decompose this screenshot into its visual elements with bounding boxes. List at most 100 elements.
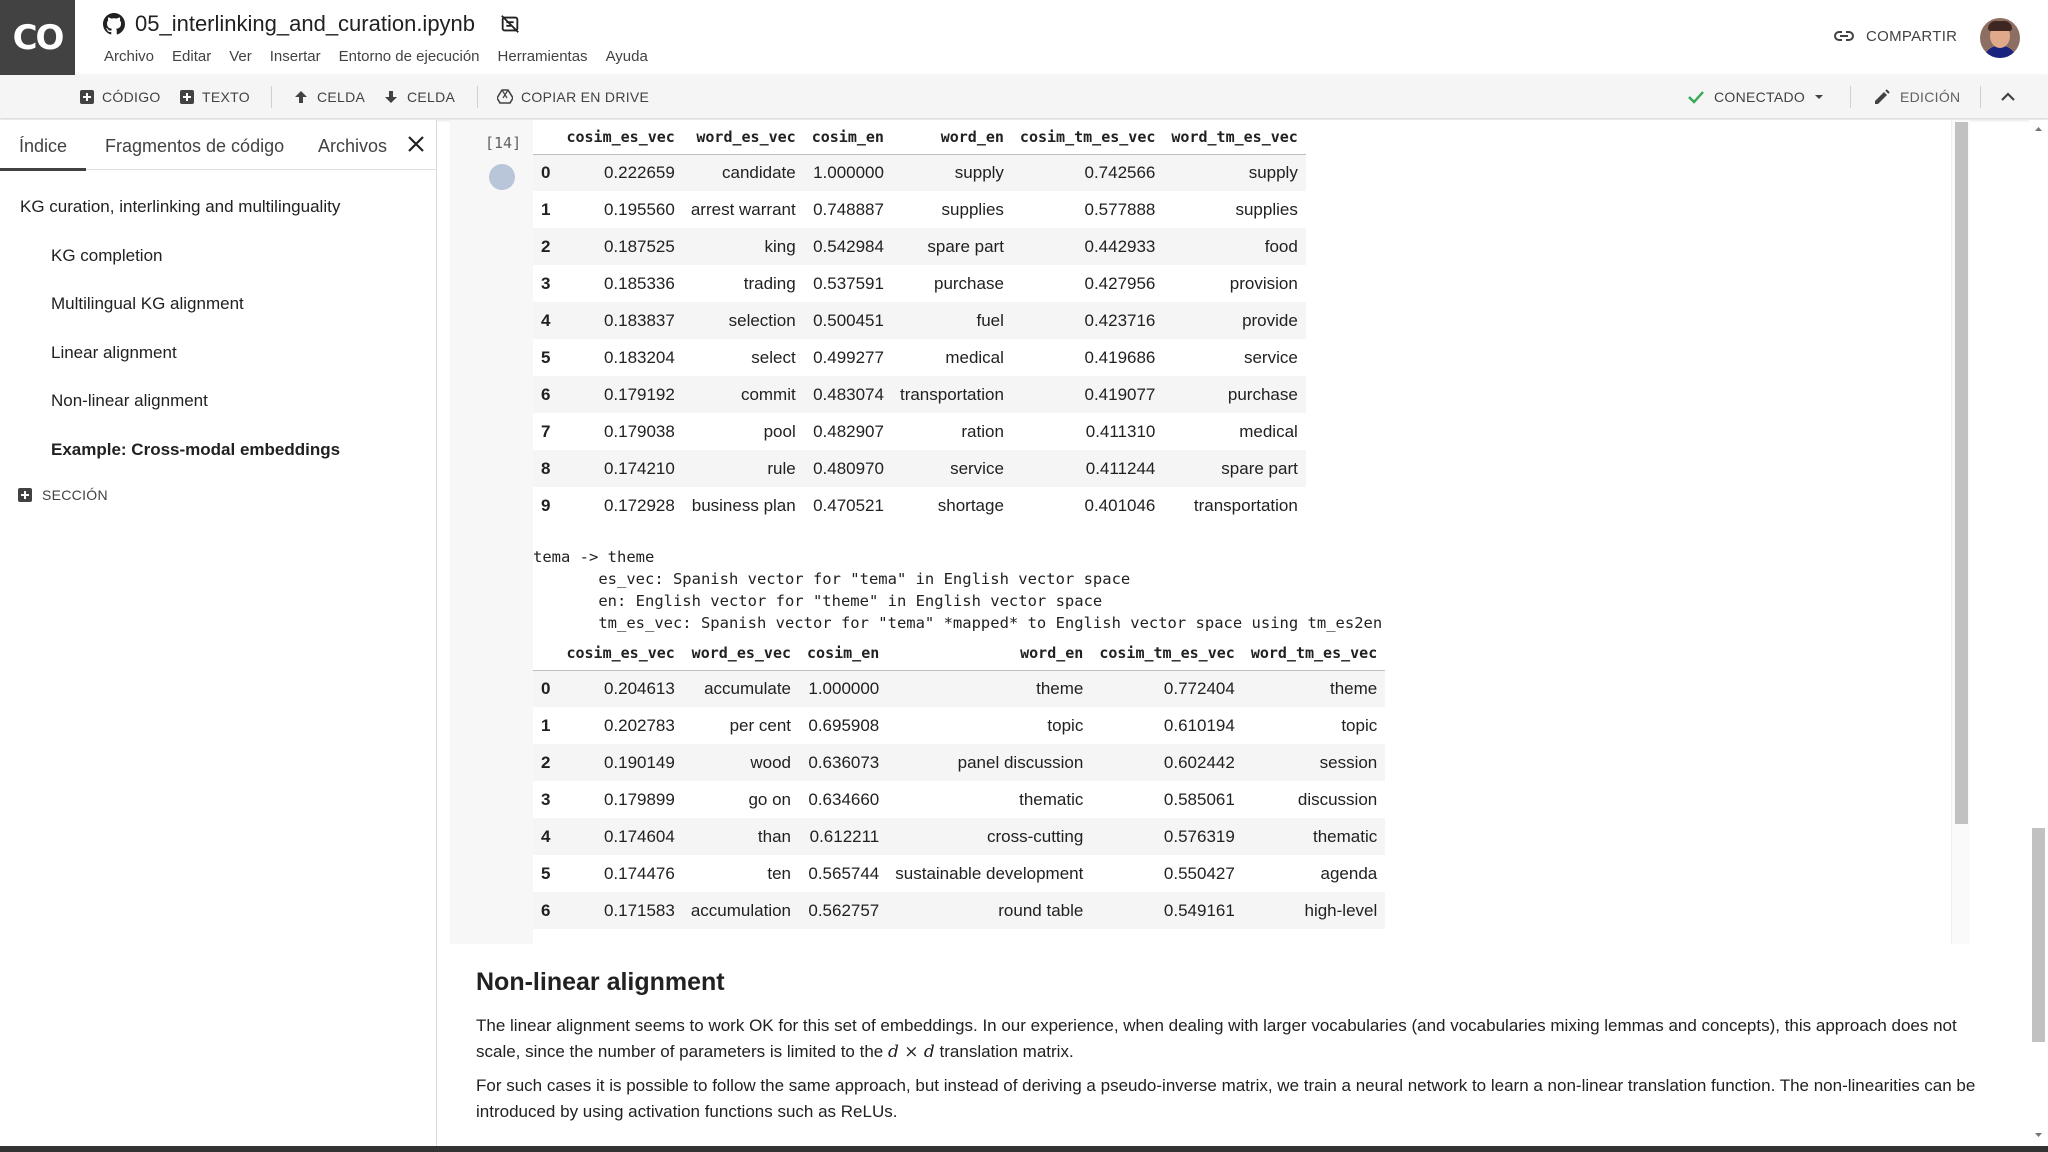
table-cell: purchase — [933, 273, 1004, 293]
table-cell: food — [1163, 228, 1306, 265]
table-cell: 0.419686 — [1084, 347, 1156, 367]
code-cell[interactable]: [14] cosim_es_vec word_es_vec cosim_en word… — [450, 120, 1970, 944]
page-scrollbar[interactable] — [2029, 120, 2048, 1146]
table-cell: 0.171583 — [558, 892, 683, 929]
table-cell: accumulation — [682, 892, 800, 929]
table-row: 7 0.179038 pool 0.482907 ration 0.411310 medic… — [533, 413, 1306, 450]
edit-mode-button[interactable]: EDICIÓN — [1872, 75, 1960, 119]
table-cell: cross-cutting — [887, 818, 1092, 855]
title-row: 05_interlinking_and_curation.ipynb — [103, 10, 521, 38]
page-scrollbar-thumb[interactable] — [2032, 828, 2045, 1042]
menu-ver[interactable]: Ver — [229, 48, 252, 65]
column-header: cosim_es_vec — [558, 636, 683, 671]
text-cell[interactable]: Non-linear alignment The linear alignmen… — [476, 968, 1996, 1133]
table-row: 4 0.183837 selection 0.500451 fuel 0.423716 pr… — [533, 302, 1306, 339]
table-cell: round table — [887, 892, 1092, 929]
table-cell: 0.411310 — [1085, 421, 1156, 441]
column-header — [533, 120, 559, 155]
cell-output[interactable]: cosim_es_vec word_es_vec cosim_en word_en co… — [533, 120, 1951, 944]
toc-item-kg-completion[interactable]: KG completion — [51, 246, 163, 266]
menu-bar: Archivo Editar Ver Insertar Entorno de e… — [104, 48, 666, 65]
table-cell: 0.172928 — [603, 495, 675, 515]
add-section-button[interactable]: SECCIÓN — [18, 487, 108, 503]
table-cell: arrest warrant — [690, 199, 796, 219]
share-button[interactable]: COMPARTIR — [1832, 24, 1957, 48]
table-row: 5 0.174476 ten 0.565744 sustainable developm… — [533, 855, 1385, 892]
output-user-icon[interactable] — [489, 164, 515, 190]
table-cell: 0.442933 — [1011, 228, 1164, 265]
table-cell: thematic — [1019, 789, 1084, 809]
table-cell: theme — [1242, 670, 1386, 707]
table-cell: candidate — [682, 154, 804, 191]
drive-off-icon[interactable] — [499, 13, 521, 35]
toc-item-cross-modal[interactable]: Example: Cross-modal embeddings — [51, 440, 340, 460]
menu-herramientas[interactable]: Herramientas — [498, 48, 588, 65]
app-header: CO 05_interlinking_and_curation.ipynb Ar… — [0, 0, 2048, 75]
output-scrollbar[interactable] — [1951, 120, 1970, 944]
collapse-header-button[interactable] — [2000, 75, 2016, 119]
column-header: cosim_es_vec — [558, 120, 683, 155]
table-cell: provision — [1229, 273, 1298, 293]
scroll-down-arrow-icon[interactable] — [2029, 1128, 2048, 1142]
toc-item-linear[interactable]: Linear alignment — [51, 343, 177, 363]
arrow-up-icon — [295, 91, 307, 103]
add-code-button[interactable]: CÓDIGO — [80, 75, 161, 119]
table-cell: 0.612211 — [799, 818, 888, 855]
copy-to-drive-button[interactable]: COPIAR EN DRIVE — [497, 75, 649, 119]
menu-entorno[interactable]: Entorno de ejecución — [339, 48, 480, 65]
table-cell: 0.204613 — [558, 670, 683, 707]
table-cell: go on — [748, 789, 792, 809]
table-cell: 0.480970 — [803, 450, 892, 487]
column-header: cosim_tm_es_vec — [1011, 120, 1164, 155]
table-cell: 1.000000 — [799, 670, 888, 707]
tab-archivos[interactable]: Archivos — [318, 136, 387, 157]
add-text-button[interactable]: TEXTO — [180, 75, 250, 119]
paragraph-1: The linear alignment seems to work OK fo… — [476, 1016, 1957, 1062]
table-cell: per cent — [729, 715, 792, 735]
table-cell: 0.565744 — [808, 863, 880, 883]
output-scrollbar-thumb[interactable] — [1955, 122, 1968, 824]
table-row: 2 0.187525 king 0.542984 spare part 0.442933 f… — [533, 228, 1306, 265]
table-cell: topic — [1047, 715, 1084, 735]
avatar[interactable] — [1980, 18, 2020, 58]
table-cell: topic — [1341, 715, 1378, 735]
table-cell: accumulate — [682, 670, 800, 707]
table-cell: spare part — [891, 228, 1012, 265]
runtime-status-button[interactable]: CONECTADO — [1686, 75, 1825, 119]
table-cell: commit — [682, 376, 804, 413]
table-cell: purchase — [1163, 376, 1306, 413]
table-cell: rule — [682, 450, 804, 487]
menu-editar[interactable]: Editar — [172, 48, 211, 65]
table-cell: 0.174604 — [558, 818, 683, 855]
table-cell: 0.195560 — [603, 199, 675, 219]
scroll-up-arrow-icon[interactable] — [2029, 122, 2048, 136]
move-cell-down-button[interactable]: CELDA — [383, 75, 455, 119]
pencil-icon — [1875, 89, 1890, 104]
tab-indice[interactable]: Índice — [19, 136, 67, 157]
menu-insertar[interactable]: Insertar — [270, 48, 321, 65]
move-cell-up-button[interactable]: CELDA — [293, 75, 365, 119]
row-index: 3 — [541, 273, 551, 293]
table-row: 1 0.202783 per cent 0.695908 topic 0.610194 to… — [533, 707, 1385, 744]
table-cell: medical — [945, 347, 1004, 367]
menu-archivo[interactable]: Archivo — [104, 48, 154, 65]
row-index: 0 — [533, 154, 559, 191]
table-cell: 0.427956 — [1084, 273, 1156, 293]
toc-item-multilingual[interactable]: Multilingual KG alignment — [51, 294, 244, 314]
tab-fragmentos[interactable]: Fragmentos de código — [105, 136, 284, 157]
column-header: cosim_tm_es_vec — [1091, 636, 1243, 671]
row-index: 1 — [541, 199, 551, 219]
toc-item-nonlinear[interactable]: Non-linear alignment — [51, 391, 208, 411]
menu-ayuda[interactable]: Ayuda — [606, 48, 648, 65]
share-label: COMPARTIR — [1866, 27, 1958, 45]
notebook-title[interactable]: 05_interlinking_and_curation.ipynb — [135, 11, 475, 37]
toc-item-kg-curation[interactable]: KG curation, interlinking and multilingu… — [20, 197, 340, 217]
table-cell: king — [682, 228, 804, 265]
table-cell: 0.174476 — [603, 863, 675, 883]
colab-logo[interactable]: CO — [0, 0, 75, 75]
table-cell: service — [891, 450, 1012, 487]
row-index: 6 — [533, 376, 559, 413]
row-index: 4 — [533, 818, 559, 855]
close-icon[interactable] — [404, 132, 428, 156]
table-cell: 0.470521 — [813, 495, 884, 515]
